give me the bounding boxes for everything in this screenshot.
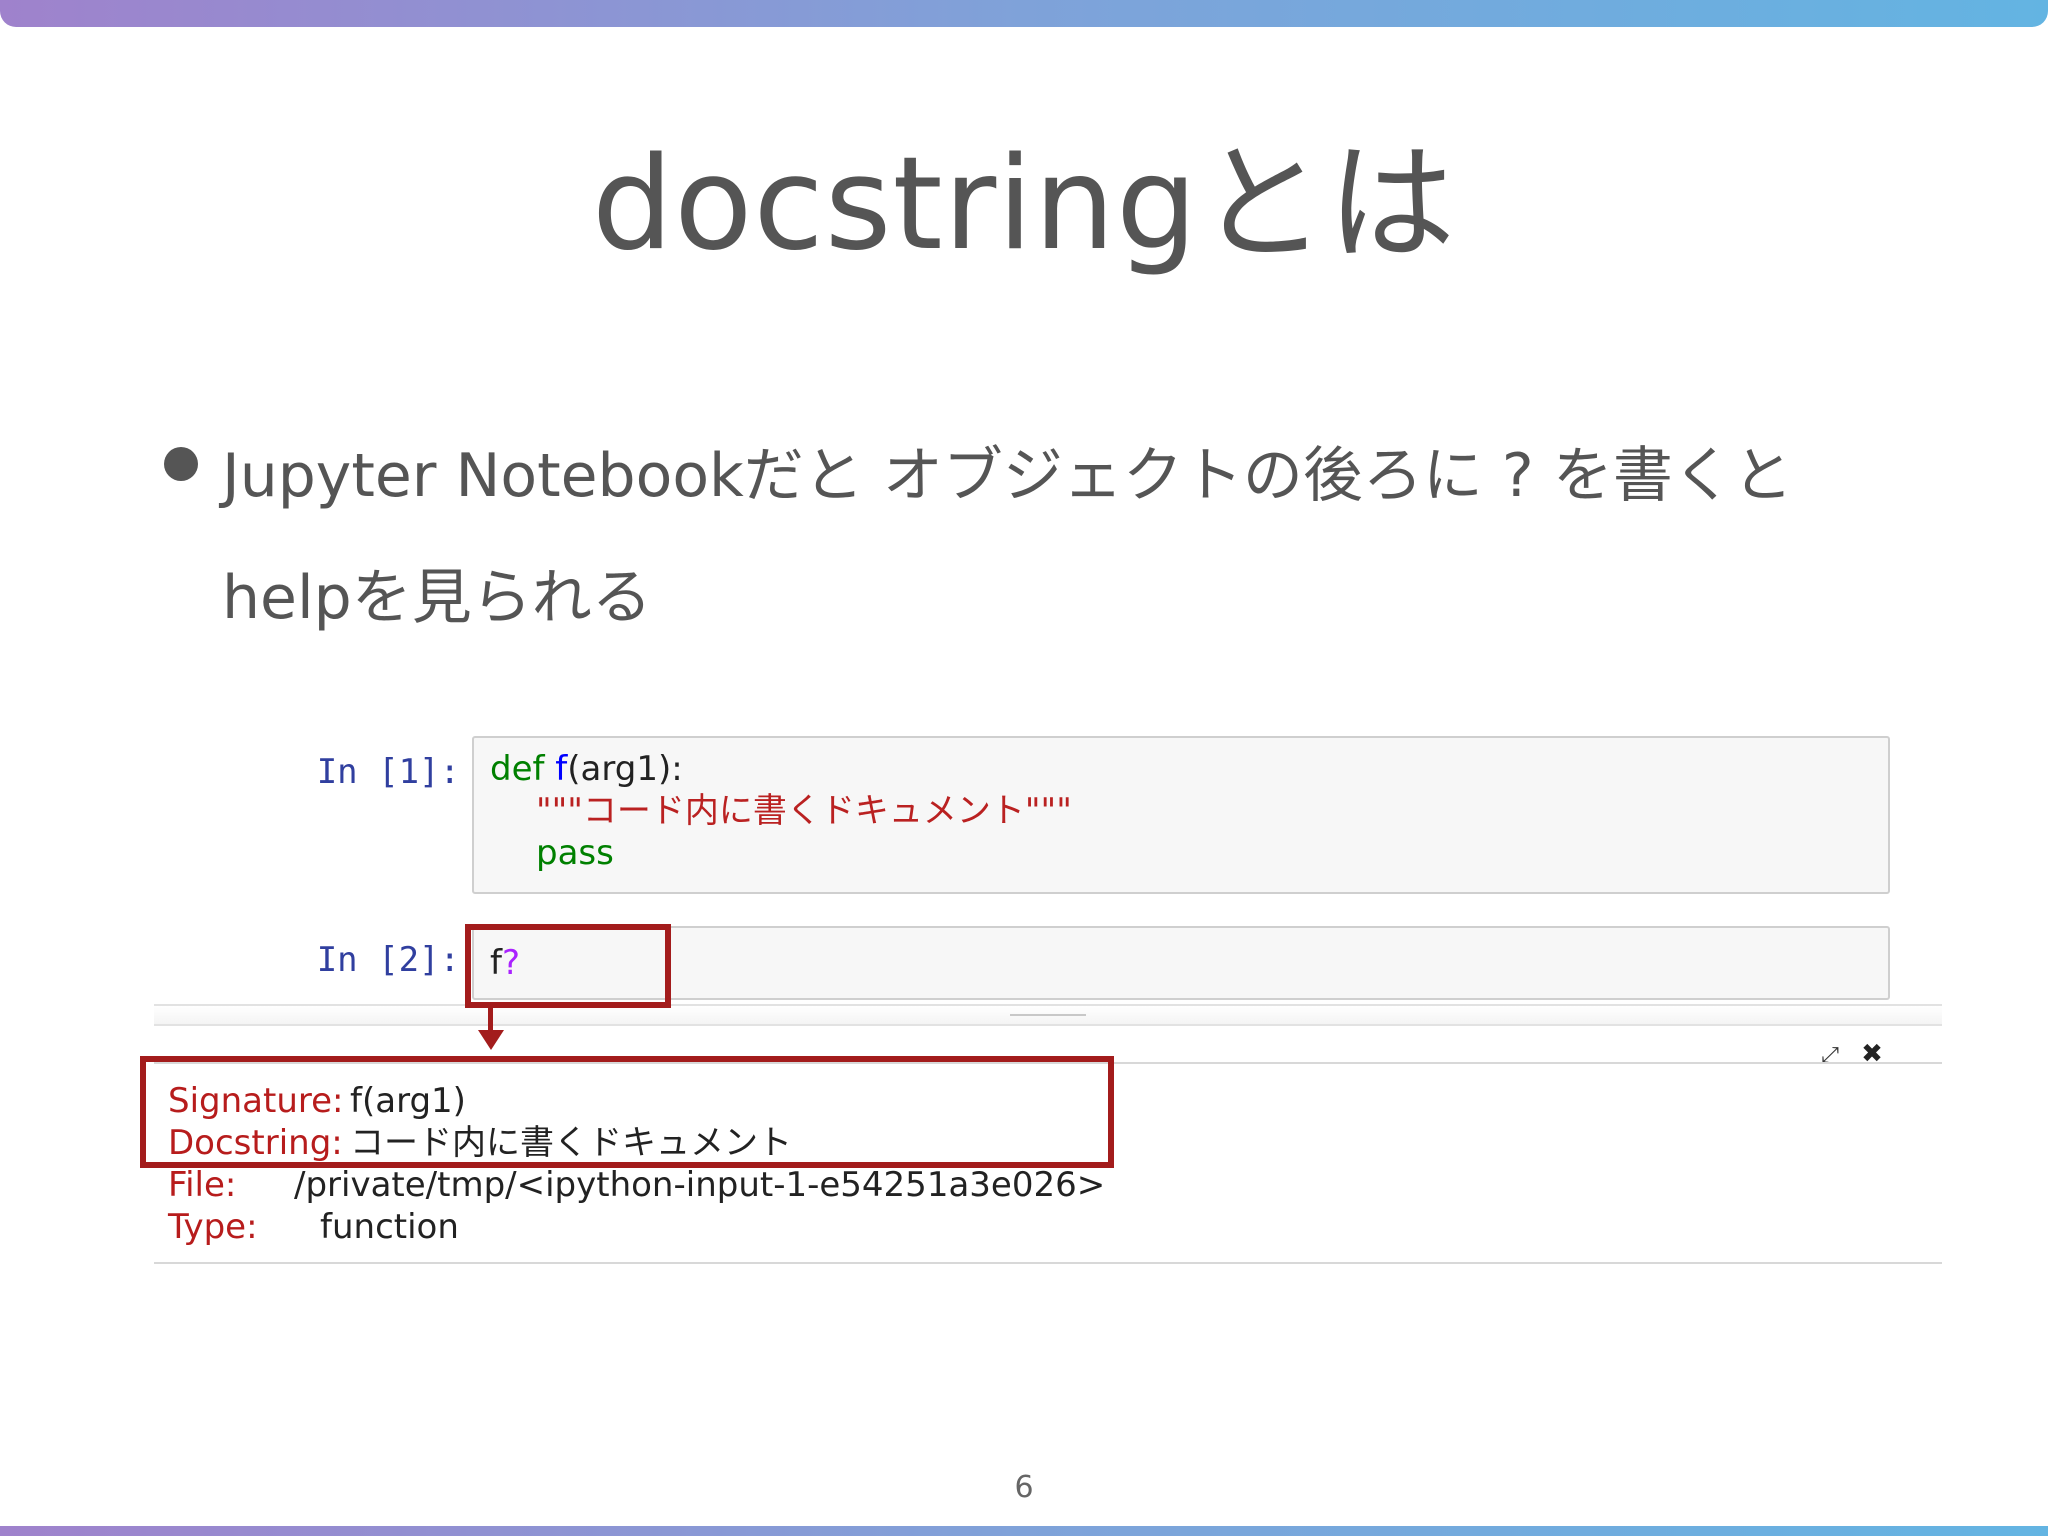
- page-number: 6: [1014, 1470, 1034, 1505]
- code-line-pass: pass: [536, 833, 614, 873]
- code-cell-1[interactable]: def f(arg1): """コード内に書くドキュメント""" pass: [472, 736, 1890, 894]
- code-line-docstring: """コード内に書くドキュメント""": [536, 791, 1072, 831]
- type-row: Type: function: [168, 1206, 459, 1248]
- code-cell-2[interactable]: f?: [472, 926, 1890, 1000]
- bullet-text: Jupyter Notebookだと オブジェクトの後ろに ? を書くと hel…: [222, 441, 1793, 633]
- file-row: File: /private/tmp/<ipython-input-1-e5425…: [168, 1164, 1105, 1206]
- type-value: function: [320, 1207, 459, 1247]
- code-line-def: def f(arg1):: [490, 748, 683, 790]
- slide-title: docstringとは: [591, 130, 1457, 279]
- cell-2-prompt: In [2]:: [316, 940, 460, 980]
- file-value: /private/tmp/<ipython-input-1-e54251a3e0…: [294, 1165, 1106, 1205]
- pager-resize-handle[interactable]: [1010, 1014, 1086, 1016]
- highlight-box-help: [140, 1056, 1114, 1168]
- highlight-box-query: [465, 924, 671, 1008]
- file-label: File:: [168, 1165, 237, 1205]
- cell-1-prompt: In [1]:: [316, 752, 460, 792]
- function-params: (arg1):: [567, 749, 683, 789]
- top-accent-bar: [0, 0, 2048, 27]
- type-label: Type:: [168, 1207, 258, 1247]
- bullet-dot: [164, 447, 198, 481]
- function-name: f: [555, 749, 568, 789]
- def-keyword: def: [490, 749, 545, 789]
- arrow-down-icon: [488, 1008, 493, 1032]
- bottom-accent-bar: [0, 1526, 2048, 1536]
- arrow-head: [478, 1030, 504, 1050]
